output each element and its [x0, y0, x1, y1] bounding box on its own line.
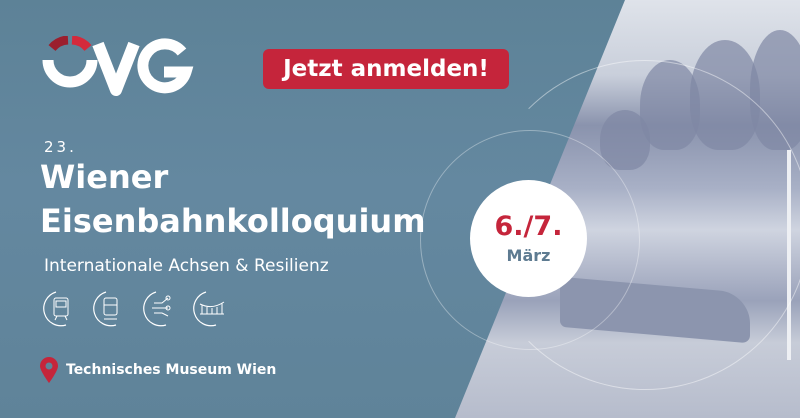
bridge-icon [193, 291, 225, 327]
ovg-logo [42, 36, 194, 96]
date-month: März [506, 245, 551, 265]
map-pin-icon [40, 357, 58, 383]
event-banner: Jetzt anmelden! 23. Wiener Eisenbahnkoll… [0, 0, 800, 418]
date-badge: 6./7. März [470, 180, 587, 297]
location-label: Technisches Museum Wien [66, 362, 277, 378]
train-front-icon [43, 291, 69, 327]
network-nodes-icon [143, 291, 171, 327]
edition-number: 23. [44, 138, 77, 156]
event-subtitle: Internationale Achsen & Resilienz [44, 256, 329, 276]
date-days: 6./7. [494, 210, 563, 242]
tram-icon [93, 291, 118, 327]
event-title-line1: Wiener [40, 158, 169, 196]
location: Technisches Museum Wien [40, 357, 276, 383]
topic-icons [42, 290, 229, 327]
event-title-line2: Eisenbahnkolloquium [40, 202, 426, 240]
register-button[interactable]: Jetzt anmelden! [263, 49, 509, 89]
